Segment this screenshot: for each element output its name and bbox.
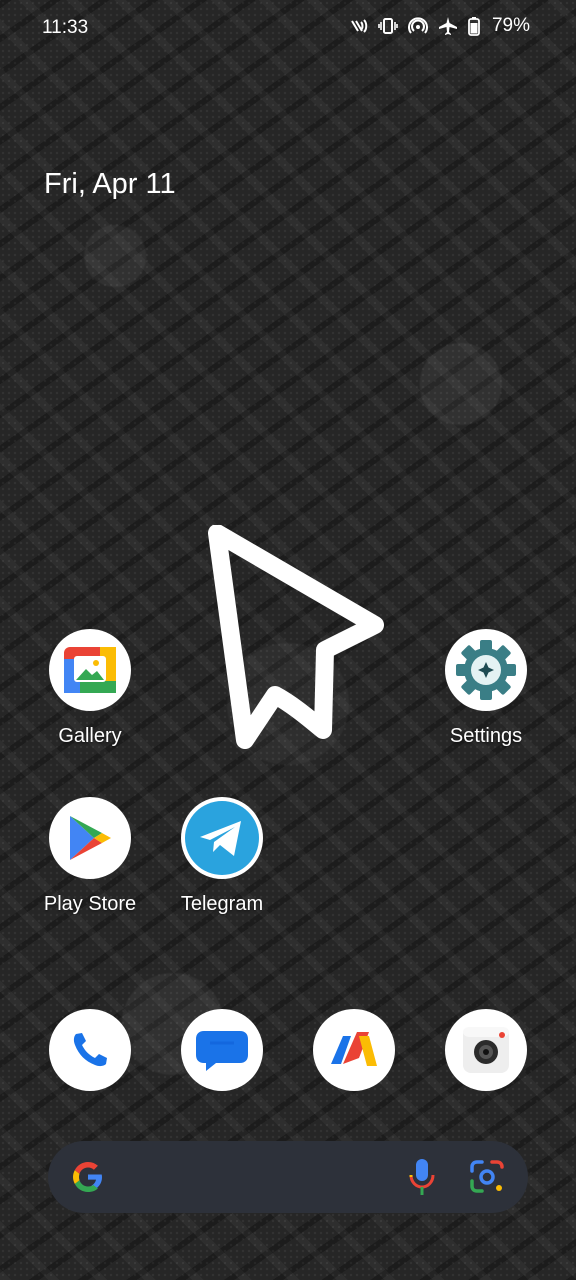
gallery-icon bbox=[49, 629, 131, 711]
status-bar: 11:33 79% bbox=[0, 0, 576, 56]
airplane-icon bbox=[438, 16, 458, 36]
app-label-gallery: Gallery bbox=[58, 725, 122, 747]
telegram-icon bbox=[181, 797, 263, 879]
google-search-bar[interactable] bbox=[48, 1141, 528, 1213]
lens-icon[interactable] bbox=[468, 1159, 506, 1200]
app-play-store[interactable]: Play Store bbox=[30, 797, 150, 916]
mic-icon[interactable] bbox=[408, 1157, 436, 1202]
messages-icon bbox=[181, 1009, 263, 1091]
google-g-icon[interactable] bbox=[70, 1159, 106, 1200]
play-store-icon bbox=[49, 797, 131, 879]
nfc-icon bbox=[350, 17, 368, 35]
app-label-settings: Settings bbox=[449, 725, 523, 747]
app-label-telegram: Telegram bbox=[180, 893, 264, 915]
app-telegram[interactable]: Telegram bbox=[162, 797, 282, 916]
settings-gear-icon bbox=[445, 629, 527, 711]
battery-icon bbox=[468, 16, 480, 36]
battery-percent: 79% bbox=[491, 15, 530, 36]
dock-app-3[interactable] bbox=[294, 1009, 414, 1091]
vibrate-icon bbox=[378, 16, 398, 36]
dock-phone[interactable] bbox=[30, 1009, 150, 1091]
status-time: 11:33 bbox=[42, 17, 89, 38]
phone-icon bbox=[49, 1009, 131, 1091]
date-widget[interactable]: Fri, Apr 11 bbox=[44, 168, 176, 201]
hotspot-icon bbox=[408, 16, 428, 36]
pointer-cursor-icon bbox=[205, 524, 385, 760]
dock-messages[interactable] bbox=[162, 1009, 282, 1091]
camera-icon bbox=[445, 1009, 527, 1091]
vlc-like-icon bbox=[313, 1009, 395, 1091]
status-icons: 79% bbox=[350, 15, 530, 37]
app-gallery[interactable]: Gallery bbox=[30, 629, 150, 748]
app-settings[interactable]: Settings bbox=[426, 629, 546, 748]
dock-camera[interactable] bbox=[426, 1009, 546, 1091]
app-label-play-store: Play Store bbox=[43, 893, 137, 915]
